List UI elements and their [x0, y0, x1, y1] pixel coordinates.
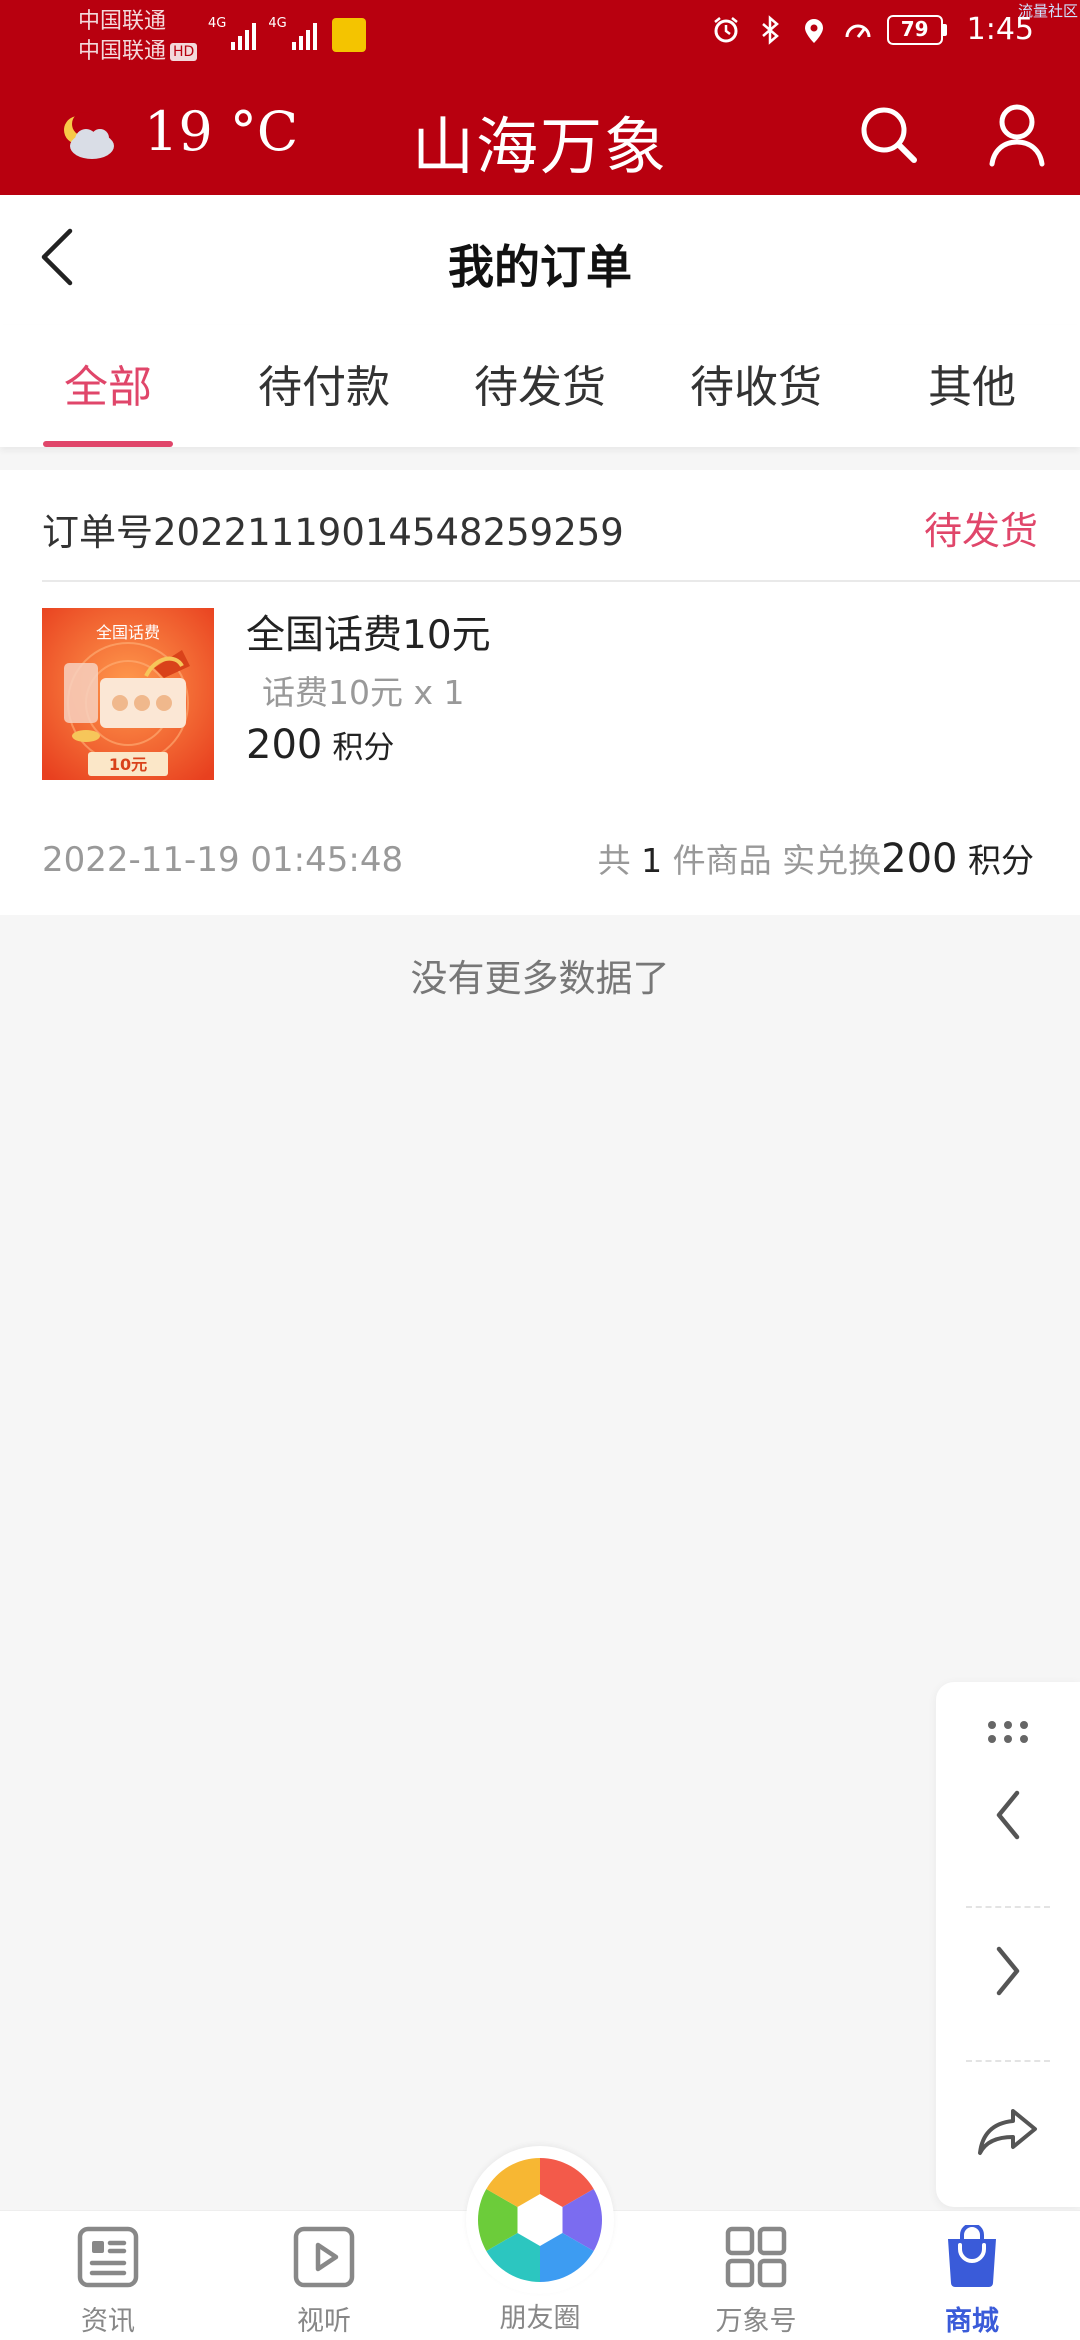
battery-icon: 79	[886, 14, 947, 45]
signal-2-icon: 4G	[268, 16, 317, 50]
nav-item-video[interactable]: 视听	[216, 2211, 432, 2340]
nav-label-mall: 商城	[945, 2306, 999, 2337]
summary-count: 1	[641, 841, 663, 880]
corner-label: 流量社区	[1017, 2, 1078, 20]
tab-pending-receipt[interactable]: 待收货	[648, 325, 864, 447]
chevron-left-icon	[996, 1790, 1020, 1840]
bluetooth-icon	[761, 14, 779, 45]
location-icon	[804, 18, 823, 43]
order-time: 2022-11-19 01:45:48	[42, 840, 404, 880]
play-icon	[293, 2226, 355, 2288]
aperture-icon	[477, 2158, 603, 2282]
nav-item-news[interactable]: 资讯	[0, 2211, 216, 2340]
order-status: 待发货	[923, 509, 1038, 553]
share-button[interactable]	[936, 2082, 1080, 2182]
nav-item-accounts[interactable]: 万象号	[648, 2211, 864, 2340]
nav-label-accounts: 万象号	[715, 2306, 797, 2337]
app-notification-icon	[332, 18, 366, 52]
chevron-right-icon	[996, 1946, 1020, 1996]
app-bar: 19 °C 山海万象	[0, 70, 1080, 195]
news-icon	[77, 2226, 139, 2288]
status-icons: 79 1:45	[711, 12, 1034, 47]
tab-pending-payment[interactable]: 待付款	[216, 325, 432, 447]
network-type-2: 4G	[268, 16, 287, 31]
tab-pending-payment-label: 待付款	[258, 362, 390, 413]
page-title: 我的订单	[448, 240, 632, 294]
tab-other[interactable]: 其他	[864, 325, 1080, 447]
product-name: 全国话费10元	[246, 613, 491, 658]
tab-other-label: 其他	[928, 362, 1016, 413]
product-spec: 话费10元 x 1	[262, 673, 465, 712]
nav-label-news: 资讯	[81, 2306, 135, 2337]
signal-1-icon: 4G	[208, 16, 257, 50]
card-divider	[42, 580, 1080, 582]
nav-item-mall[interactable]: 商城	[864, 2211, 1080, 2340]
search-icon[interactable]	[858, 104, 920, 166]
top-header: 中国联通 中国联通 HD 4G 4G 79 1:45 流量社区 19 °C 山海…	[0, 0, 1080, 195]
grid-icon	[725, 2226, 787, 2288]
more-dots-icon	[988, 1721, 1028, 1743]
summary-total: 200	[881, 836, 958, 882]
alarm-icon	[713, 16, 738, 42]
list-end-text: 没有更多数据了	[410, 957, 670, 1000]
product-image-title: 全国话费	[96, 623, 160, 642]
product-points-value: 200	[246, 722, 323, 768]
order-card[interactable]: 订单号2022111901454825​9259 待发货 全国话费 10元 全国…	[0, 470, 1080, 915]
carrier-2-name: 中国联通	[78, 39, 167, 64]
carrier-2: 中国联通 HD	[78, 38, 198, 66]
nav-back-button[interactable]	[936, 1770, 1080, 1860]
battery-level: 79	[886, 14, 943, 45]
nav-label-moments: 朋友圈	[499, 2303, 581, 2334]
tab-all-label: 全部	[64, 362, 152, 413]
network-type-1: 4G	[208, 16, 227, 31]
tab-pending-shipment[interactable]: 待发货	[432, 325, 648, 447]
status-bar: 中国联通 中国联通 HD 4G 4G 79 1:45 流量社区	[0, 0, 1080, 70]
order-tabs: 全部 待付款 待发货 待收货 其他	[0, 325, 1080, 447]
side-separator	[966, 1906, 1050, 1908]
signal-indicators: 4G 4G	[208, 16, 317, 50]
order-summary: 共 1 件商品 实兑换200 积分	[598, 834, 1034, 882]
side-separator	[966, 2060, 1050, 2062]
user-icon[interactable]	[986, 102, 1048, 168]
hd-badge: HD	[170, 43, 198, 61]
summary-prefix: 共	[597, 841, 631, 880]
product-image[interactable]: 全国话费 10元	[42, 608, 214, 780]
carrier-1: 中国联通	[78, 9, 167, 34]
nav-label-video: 视听	[297, 2306, 351, 2337]
speed-icon	[845, 24, 871, 38]
tab-pending-shipment-label: 待发货	[474, 362, 606, 413]
page-header: 我的订单	[0, 195, 1080, 325]
active-tab-indicator	[43, 441, 173, 447]
order-number: 订单号2022111901454825​9259	[42, 511, 624, 554]
summary-middle: 件商品 实兑换	[672, 841, 882, 880]
nav-item-moments[interactable]	[466, 2146, 614, 2294]
product-image-value: 10元	[109, 755, 147, 774]
summary-unit: 积分	[968, 841, 1034, 880]
shopping-bag-icon	[948, 2225, 996, 2287]
more-button[interactable]	[936, 1704, 1080, 1760]
floating-side-panel	[936, 1682, 1080, 2207]
tab-all[interactable]: 全部	[0, 325, 216, 447]
share-icon	[978, 2109, 1037, 2155]
product-points: 200 积分	[246, 722, 394, 768]
tab-pending-receipt-label: 待收货	[690, 362, 822, 413]
product-points-unit: 积分	[332, 730, 395, 766]
nav-forward-button[interactable]	[936, 1926, 1080, 2016]
